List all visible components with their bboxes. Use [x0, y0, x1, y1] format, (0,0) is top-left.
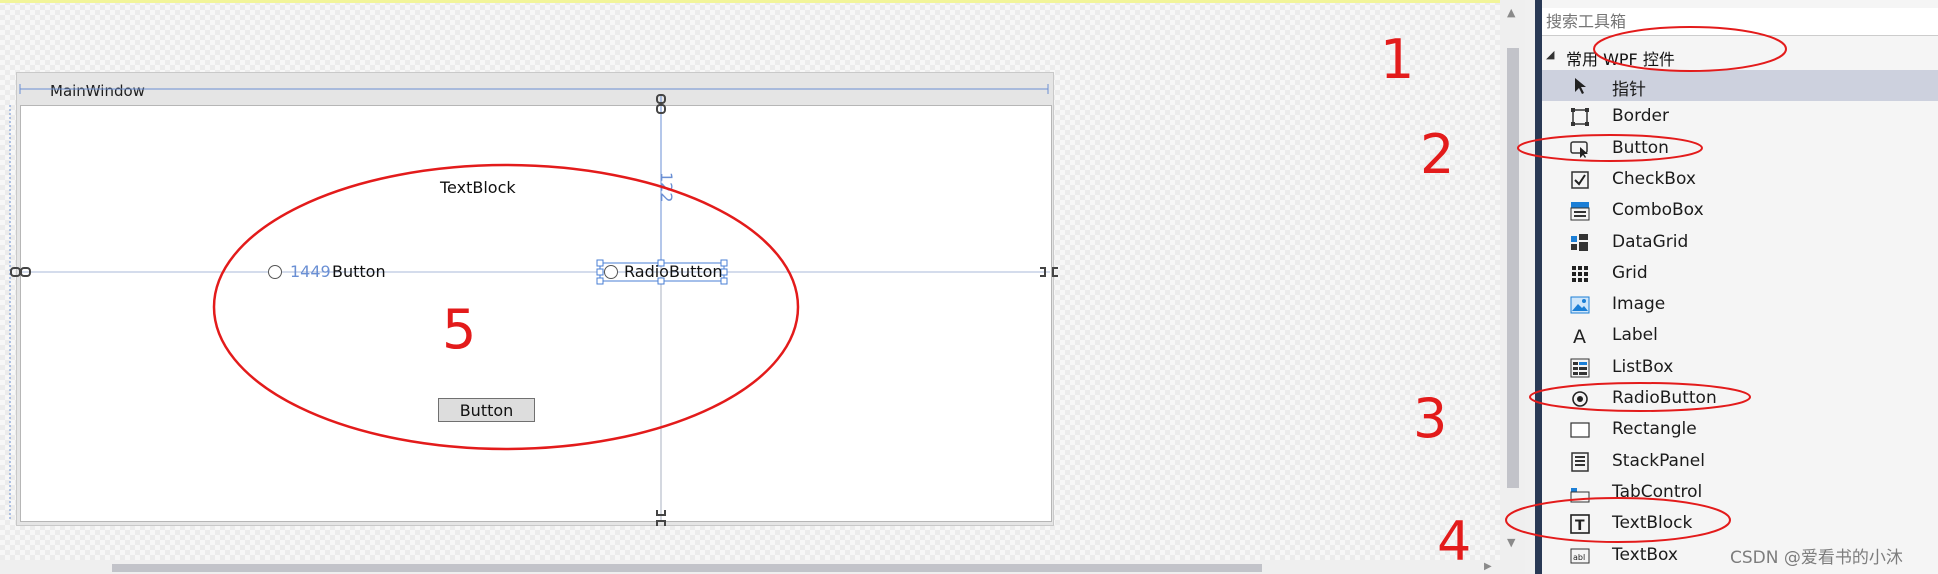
canvas-radio-selected-circle[interactable]: [604, 265, 618, 279]
canvas-button[interactable]: Button: [438, 398, 535, 422]
toolbox-item-checkbox[interactable]: CheckBox: [1542, 164, 1938, 195]
horizontal-scroll-thumb[interactable]: [112, 564, 1262, 572]
checkbox-icon: [1570, 170, 1590, 190]
toolbox-item-border[interactable]: Border: [1542, 101, 1938, 132]
toolbox-item-label: Image: [1612, 294, 1666, 315]
rectangle-icon: [1570, 420, 1590, 440]
label-icon: A: [1570, 326, 1590, 346]
border-icon: [1570, 107, 1590, 127]
toolbox-panel: ◢ 常用 WPF 控件 指针 Border Button CheckBox ComboB…: [1542, 0, 1938, 574]
collapse-triangle-icon[interactable]: ◢: [1546, 48, 1554, 61]
toolbox-item-label[interactable]: A Label: [1542, 320, 1938, 351]
layout-guides: [9, 84, 1050, 520]
vertical-scroll-thumb[interactable]: [1507, 48, 1519, 488]
toolbox-item-label: TextBox: [1612, 544, 1678, 565]
textbox-icon: abl: [1570, 546, 1590, 566]
toolbox-item-label: RadioButton: [1612, 388, 1717, 408]
tabcontrol-icon: [1570, 483, 1590, 503]
combobox-icon: [1570, 201, 1590, 221]
toolbox-item-label: ComboBox: [1612, 200, 1704, 221]
scroll-up-icon[interactable]: ▲: [1507, 6, 1515, 19]
toolbox-border: [1535, 0, 1542, 574]
toolbox-item-rectangle[interactable]: Rectangle: [1542, 414, 1938, 445]
toolbox-item-datagrid[interactable]: DataGrid: [1542, 227, 1938, 258]
splitter[interactable]: [1525, 0, 1535, 574]
toolbox-item-label: TextBlock: [1612, 513, 1693, 534]
scroll-down-icon[interactable]: ▼: [1507, 536, 1515, 549]
toolbox-item-label: Rectangle: [1612, 419, 1697, 440]
toolbox-item-image[interactable]: Image: [1542, 289, 1938, 320]
grid-icon: [1570, 264, 1590, 284]
toolbox-item-label: ListBox: [1612, 356, 1674, 377]
toolbox-search-input[interactable]: [1542, 8, 1938, 36]
svg-text:A: A: [1573, 326, 1586, 346]
toolbox-item-label: Grid: [1612, 262, 1648, 283]
radiobutton-icon: [1570, 389, 1590, 409]
toolbox-item-指针[interactable]: 指针: [1542, 70, 1938, 101]
toolbox-item-label: StackPanel: [1612, 450, 1705, 471]
toolbox-item-tabcontrol[interactable]: TabControl: [1542, 477, 1938, 508]
margin-left-label: 1449: [290, 262, 331, 281]
image-icon: [1570, 295, 1590, 315]
toolbox-category-header[interactable]: ◢ 常用 WPF 控件: [1542, 44, 1938, 69]
listbox-icon: [1570, 358, 1590, 378]
toolbox-item-radiobutton[interactable]: RadioButton: [1542, 383, 1938, 414]
toolbox-item-stackpanel[interactable]: StackPanel: [1542, 446, 1938, 477]
anchor-bottom-icon[interactable]: [654, 508, 668, 528]
toolbox-item-label: Button: [1612, 137, 1669, 158]
designer-surface[interactable]: MainWindow TextBlock 1449 Button 122 Rad…: [0, 0, 1535, 574]
toolbox-item-label: TabControl: [1612, 481, 1703, 502]
toolbox-item-label: CheckBox: [1612, 168, 1696, 189]
scroll-right-icon[interactable]: ▶: [1484, 561, 1492, 572]
stackpanel-icon: [1570, 451, 1590, 472]
toolbox-item-label: Border: [1612, 106, 1669, 127]
toolbox-item-listbox[interactable]: ListBox: [1542, 352, 1938, 383]
category-label: 常用 WPF 控件: [1566, 50, 1675, 69]
svg-text:abl: abl: [1573, 553, 1585, 562]
toolbox-item-label: Label: [1612, 325, 1658, 346]
button-icon: [1570, 139, 1590, 159]
toolbox-item-label: DataGrid: [1612, 231, 1689, 252]
toolbox-item-textblock[interactable]: T TextBlock: [1542, 508, 1938, 539]
toolbox-item-button[interactable]: Button: [1542, 133, 1938, 164]
horizontal-scrollbar[interactable]: ▶: [0, 560, 1526, 574]
anchor-top-icon[interactable]: [654, 94, 668, 114]
toolbox-item-label: 指针: [1612, 80, 1646, 100]
svg-text:T: T: [1575, 518, 1585, 534]
vertical-scrollbar[interactable]: ▲ ▼: [1500, 0, 1526, 560]
canvas-radiobutton-label[interactable]: RadioButton: [624, 262, 723, 281]
anchor-right-icon[interactable]: [1038, 265, 1060, 279]
canvas-radio-left-circle[interactable]: [268, 265, 282, 279]
textblock-icon: T: [1570, 514, 1590, 534]
toolbox-item-combobox[interactable]: ComboBox: [1542, 195, 1938, 226]
margin-top-label: 122: [657, 172, 676, 203]
pointer-icon: [1570, 76, 1590, 96]
canvas-radio-left-label[interactable]: Button: [332, 262, 386, 281]
canvas-textblock[interactable]: TextBlock: [440, 178, 516, 197]
datagrid-icon: [1570, 233, 1590, 253]
anchor-left-icon[interactable]: [10, 265, 32, 279]
toolbox-item-textbox[interactable]: abl TextBox: [1542, 540, 1938, 571]
toolbox-item-grid[interactable]: Grid: [1542, 258, 1938, 289]
